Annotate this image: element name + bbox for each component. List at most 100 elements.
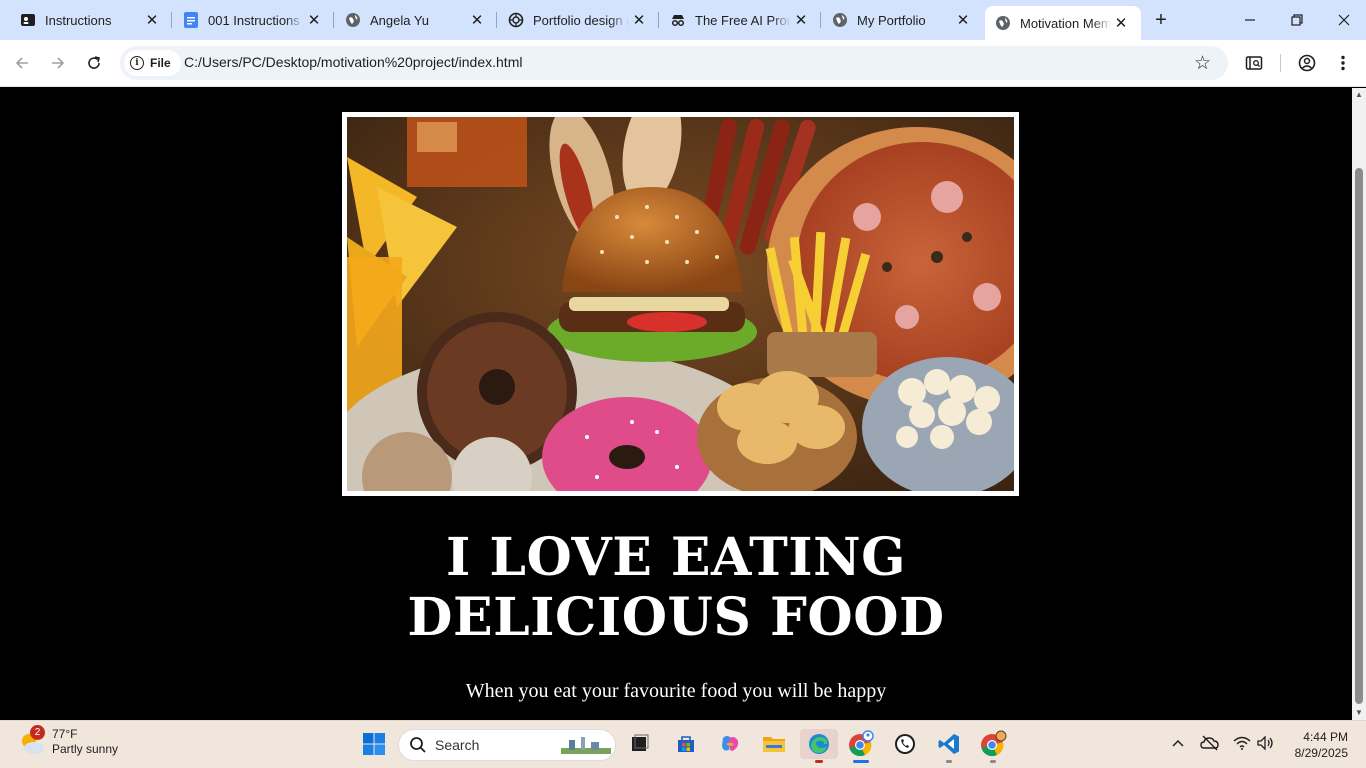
scheme-label: File bbox=[150, 56, 171, 70]
running-indicator bbox=[990, 760, 996, 763]
search-label: Search bbox=[435, 737, 480, 753]
tab-motivation-meme[interactable]: Motivation Meme ✕ bbox=[985, 6, 1141, 40]
copilot-icon bbox=[722, 736, 739, 751]
page-tagline: When you eat your favourite food you wil… bbox=[465, 680, 887, 702]
food-image-illustration bbox=[347, 117, 1014, 491]
arrow-left-icon bbox=[15, 57, 28, 69]
tab-title: My Portfolio bbox=[857, 12, 926, 28]
tab-my-portfolio[interactable]: My Portfolio ✕ bbox=[812, 0, 983, 40]
system-clock[interactable]: 4:44 PM 8/29/2025 bbox=[1288, 729, 1348, 761]
globe-icon bbox=[995, 15, 1011, 31]
volume-icon[interactable] bbox=[1256, 733, 1276, 753]
globe-icon bbox=[345, 12, 361, 28]
edge-icon bbox=[809, 734, 829, 754]
incognito-icon bbox=[670, 12, 686, 28]
address-bar[interactable]: i File C:/Users/PC/Desktop/motivation%20… bbox=[120, 46, 1228, 80]
hero-image bbox=[342, 112, 1019, 496]
search-highlight-icon bbox=[561, 737, 611, 754]
weather-widget[interactable]: 2 77°F Partly sunny bbox=[18, 725, 119, 757]
vscode-icon bbox=[938, 734, 959, 754]
file-explorer-button[interactable] bbox=[759, 729, 789, 759]
tab-title: Angela Yu bbox=[370, 12, 430, 28]
temperature: 77°F bbox=[52, 727, 78, 741]
vscode-button[interactable] bbox=[934, 729, 964, 763]
site-info-chip[interactable]: i File bbox=[124, 50, 181, 76]
toolbar-divider bbox=[1280, 54, 1281, 72]
tab-angela-yu[interactable]: Angela Yu ✕ bbox=[325, 0, 497, 40]
menu-button[interactable] bbox=[1332, 52, 1354, 74]
reload-icon bbox=[88, 56, 100, 69]
chrome-button[interactable] bbox=[846, 729, 876, 763]
wifi-icon[interactable] bbox=[1232, 733, 1252, 753]
close-icon[interactable]: ✕ bbox=[304, 10, 324, 30]
task-view-button[interactable] bbox=[625, 729, 655, 759]
chatgpt-icon bbox=[508, 12, 524, 28]
onedrive-offline-icon[interactable] bbox=[1200, 733, 1220, 753]
task-view-icon bbox=[632, 734, 649, 751]
tab-title: Portfolio design guide bbox=[533, 12, 629, 28]
github-icon bbox=[20, 12, 36, 28]
bookmark-star-icon[interactable]: ☆ bbox=[1194, 52, 1211, 75]
start-button[interactable] bbox=[359, 729, 389, 759]
weather-condition: Partly sunny bbox=[52, 742, 119, 756]
page-headline: I LOVE EATING DELICIOUS FOOD bbox=[0, 528, 1352, 648]
windows-taskbar: 2 77°F Partly sunny Search 4:44 PM 8/29/… bbox=[0, 720, 1366, 768]
close-icon[interactable]: ✕ bbox=[142, 10, 162, 30]
copilot-button[interactable] bbox=[715, 729, 745, 759]
scrollbar-thumb[interactable] bbox=[1355, 168, 1363, 704]
profile-icon bbox=[1298, 54, 1316, 72]
chrome-profile-icon bbox=[981, 730, 1007, 757]
tab-strip: Instructions ✕ 001 Instructions - Google… bbox=[0, 0, 1366, 40]
taskbar-search[interactable]: Search bbox=[398, 729, 616, 761]
clock-date: 8/29/2025 bbox=[1294, 746, 1348, 760]
active-indicator bbox=[815, 760, 823, 763]
headline-line-2: DELICIOUS FOOD bbox=[407, 587, 945, 648]
close-icon[interactable]: ✕ bbox=[1111, 13, 1131, 33]
clock-time: 4:44 PM bbox=[1303, 730, 1348, 744]
minimize-button[interactable] bbox=[1238, 8, 1262, 32]
url-text[interactable]: C:/Users/PC/Desktop/motivation%20project… bbox=[184, 54, 522, 70]
tab-instructions[interactable]: Instructions ✕ bbox=[0, 0, 172, 40]
close-icon[interactable]: ✕ bbox=[791, 10, 811, 30]
chrome-icon bbox=[849, 730, 874, 757]
close-window-button[interactable] bbox=[1332, 8, 1356, 32]
new-tab-button[interactable]: + bbox=[1150, 9, 1172, 31]
globe-icon bbox=[832, 12, 848, 28]
reading-list-button[interactable] bbox=[1243, 52, 1265, 74]
more-vert-icon bbox=[1341, 55, 1345, 71]
show-hidden-icons-chevron-icon[interactable] bbox=[1168, 733, 1188, 753]
arrow-right-icon bbox=[52, 57, 65, 69]
edge-button[interactable] bbox=[800, 729, 838, 763]
whatsapp-button[interactable] bbox=[890, 729, 920, 759]
running-indicator bbox=[946, 760, 952, 763]
search-icon bbox=[410, 737, 426, 753]
vertical-scrollbar[interactable]: ▲ ▼ bbox=[1352, 88, 1366, 720]
forward-button[interactable] bbox=[47, 52, 69, 74]
tab-portfolio-design[interactable]: Portfolio design guide ✕ bbox=[488, 0, 659, 40]
microsoft-store-button[interactable] bbox=[671, 729, 701, 759]
reload-button[interactable] bbox=[83, 52, 105, 74]
chrome-profile-button[interactable] bbox=[978, 729, 1008, 763]
headline-line-1: I LOVE EATING bbox=[445, 527, 907, 588]
info-icon: i bbox=[130, 56, 144, 70]
close-icon[interactable]: ✕ bbox=[467, 10, 487, 30]
folder-icon bbox=[763, 737, 785, 752]
partly-sunny-icon: 2 bbox=[18, 725, 46, 756]
close-icon[interactable]: ✕ bbox=[629, 10, 649, 30]
whatsapp-icon bbox=[895, 734, 915, 754]
reading-list-icon bbox=[1245, 56, 1263, 70]
scroll-up-arrow-icon[interactable]: ▲ bbox=[1354, 90, 1364, 100]
profile-button[interactable] bbox=[1296, 52, 1318, 74]
tab-title: Motivation Meme bbox=[1020, 15, 1111, 31]
weather-badge: 2 bbox=[30, 725, 45, 740]
back-button[interactable] bbox=[11, 52, 33, 74]
close-icon[interactable]: ✕ bbox=[953, 10, 973, 30]
tab-title: 001 Instructions - Google Docs bbox=[208, 12, 304, 28]
tab-title: Instructions bbox=[45, 12, 112, 28]
browser-toolbar: i File C:/Users/PC/Desktop/motivation%20… bbox=[0, 40, 1366, 87]
tab-free-ai-prompt[interactable]: The Free AI Prompt ✕ bbox=[650, 0, 821, 40]
page-viewport: I LOVE EATING DELICIOUS FOOD When you ea… bbox=[0, 88, 1352, 720]
restore-button[interactable] bbox=[1285, 8, 1309, 32]
tab-google-docs[interactable]: 001 Instructions - Google Docs ✕ bbox=[163, 0, 334, 40]
scroll-down-arrow-icon[interactable]: ▼ bbox=[1354, 708, 1364, 718]
